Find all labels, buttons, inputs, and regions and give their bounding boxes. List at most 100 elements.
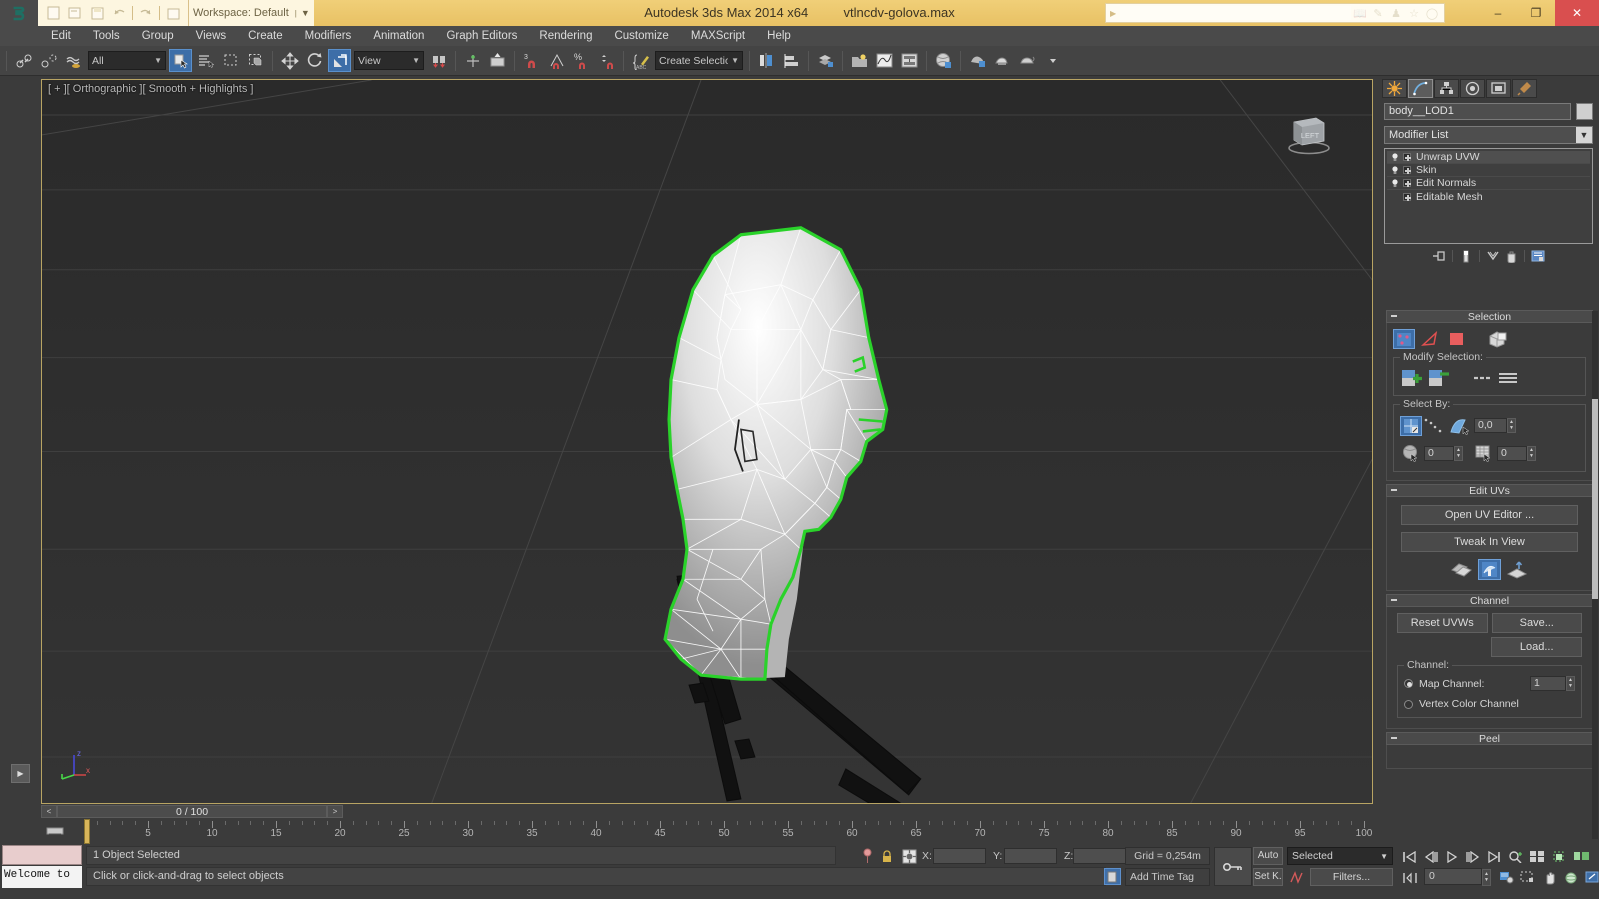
modifier-stack-item[interactable]: Editable Mesh [1387,190,1590,203]
loop-uv-button[interactable] [1473,368,1497,388]
show-end-result-icon[interactable] [1457,249,1475,264]
mirror-icon[interactable] [755,49,778,72]
map-channel-value[interactable]: 1 [1530,676,1566,691]
next-frame-icon[interactable] [1463,848,1483,865]
field-of-view-icon[interactable] [1572,848,1592,865]
named-selection-set-combo[interactable]: Create Selection Se▼ [655,51,743,70]
select-and-link-icon[interactable] [12,49,35,72]
menu-item-maxscript[interactable]: MAXScript [680,26,756,46]
new-file-icon[interactable] [43,3,63,23]
set-project-folder-icon[interactable] [163,3,183,23]
align-icon[interactable] [780,49,803,72]
bind-to-space-warp-icon[interactable] [62,49,85,72]
key-mode-zoom-icon[interactable] [1506,848,1526,865]
named-selection-sets-icon[interactable] [486,49,509,72]
collapse-icon[interactable] [1391,489,1397,491]
menu-item-group[interactable]: Group [131,26,185,46]
select-object-button[interactable] [169,49,192,72]
key-mode-toggle-button[interactable] [1214,847,1252,886]
quick-planar-map-icon[interactable] [1506,560,1529,580]
z-coordinate-field[interactable] [1073,848,1126,864]
time-slider[interactable]: < 0 / 100 > [41,804,1373,819]
key-filter-combo[interactable]: Selected ▼ [1287,847,1393,865]
load-channel-button[interactable]: Load... [1491,637,1582,657]
hierarchy-tab[interactable] [1434,79,1459,98]
modifier-list-dropdown[interactable]: Modifier List ▼ [1384,126,1593,144]
workspace-selector[interactable]: Workspace: Default | ▼ [189,0,314,26]
key-mode-toggle-small-icon[interactable] [1400,869,1420,886]
rollout-header-selection[interactable]: Selection [1386,310,1593,323]
zoom-extents-all-icon[interactable] [1527,848,1547,865]
chevron-down-icon[interactable]: ▼ [1380,852,1388,861]
infocenter-search-input[interactable] [1120,6,1351,20]
select-by-element-button[interactable] [1400,415,1422,436]
reference-coordinate-system-combo[interactable]: View ▼ [354,51,424,70]
modify-tab[interactable] [1408,79,1433,98]
object-name-field[interactable]: body__LOD1 [1384,103,1571,120]
expand-selection-button[interactable] [1400,368,1424,388]
pin-stack-icon[interactable] [858,847,876,865]
orbit-view-icon[interactable] [1561,869,1581,886]
create-tab[interactable] [1382,79,1407,98]
time-tag-toggle-icon[interactable] [1104,868,1121,885]
command-panel-scrollbar-thumb[interactable] [1592,399,1598,599]
parameter-curve-out-of-range-icon[interactable] [1287,868,1309,886]
planar-angle-spinner[interactable]: 0,0 ▲ ▼ [1474,418,1516,433]
previous-frame-icon[interactable] [1421,848,1441,865]
smoothing-group-spinner[interactable]: 0 ▲ ▼ [1424,446,1463,461]
expand-modifier-icon[interactable] [1403,166,1411,174]
percent-snap-toggle-icon[interactable]: % [570,49,593,72]
lightbulb-icon[interactable] [1390,178,1399,188]
modifier-stack-item[interactable]: Unwrap UVW [1387,151,1590,164]
expand-modifier-icon[interactable] [1403,192,1411,201]
planar-angle-value[interactable]: 0,0 [1474,418,1507,433]
maximize-viewport-toggle-icon[interactable] [1582,869,1599,886]
menu-item-graph-editors[interactable]: Graph Editors [435,26,528,46]
shrink-selection-button[interactable] [1427,368,1451,388]
rollout-header-edit-uvs[interactable]: Edit UVs [1386,484,1593,497]
quick-access-toolbar[interactable] [38,0,189,26]
use-pivot-point-center-icon[interactable] [427,49,450,72]
angle-snap-toggle-icon[interactable] [545,49,568,72]
select-and-scale-icon[interactable] [328,49,351,72]
layer-manager-icon[interactable] [814,49,837,72]
reset-uvws-button[interactable]: Reset UVWs [1397,613,1488,633]
save-file-icon[interactable] [87,3,107,23]
ring-uv-button[interactable] [1497,368,1521,388]
modifier-stack-item[interactable]: Edit Normals [1387,177,1590,190]
application-menu-button[interactable] [0,0,38,26]
pan-view-hand-icon[interactable] [1540,869,1560,886]
vertex-color-channel-radio[interactable] [1404,699,1413,709]
absolute-relative-transform-icon[interactable] [900,847,918,865]
pin-stack-icon[interactable] [1430,249,1448,264]
x-coordinate-field[interactable] [933,848,986,864]
unlink-selection-icon[interactable] [37,49,60,72]
material-editor-icon[interactable] [932,49,955,72]
select-and-rotate-icon[interactable] [303,49,326,72]
set-key-button[interactable]: Set K. [1253,868,1283,886]
rectangular-selection-region-icon[interactable] [219,49,242,72]
y-coordinate-field[interactable] [1004,848,1057,864]
collapse-icon[interactable] [1391,737,1397,739]
key-filters-button[interactable]: Filters... [1310,868,1393,886]
render-setup-icon[interactable] [966,49,989,72]
maxscript-mini-listener-pink[interactable] [2,845,82,865]
collapse-icon[interactable] [1391,599,1397,601]
edge-subobject-button[interactable] [1419,329,1441,349]
make-unique-icon[interactable] [1484,249,1502,264]
infocenter-more-icon[interactable]: ◯ [1423,5,1441,21]
infocenter-arrow-icon[interactable]: ▶ [1110,9,1116,18]
chevron-down-icon[interactable]: ▼ [1576,127,1592,143]
close-button[interactable]: ✕ [1555,0,1599,26]
material-id-spin-arrows[interactable]: ▲ ▼ [1527,446,1536,461]
render-production-icon[interactable] [1016,49,1039,72]
lightbulb-icon[interactable] [1390,165,1399,175]
expand-modifier-icon[interactable] [1403,179,1411,187]
element-subobject-button[interactable] [1487,329,1509,349]
zoom-region-icon[interactable] [1518,869,1538,886]
pelt-map-icon[interactable] [1478,559,1501,580]
undo-icon[interactable] [109,3,129,23]
smoothing-group-spin-arrows[interactable]: ▲ ▼ [1454,446,1463,461]
display-tab[interactable] [1486,79,1511,98]
open-uv-editor-button[interactable]: Open UV Editor ... [1401,505,1578,525]
